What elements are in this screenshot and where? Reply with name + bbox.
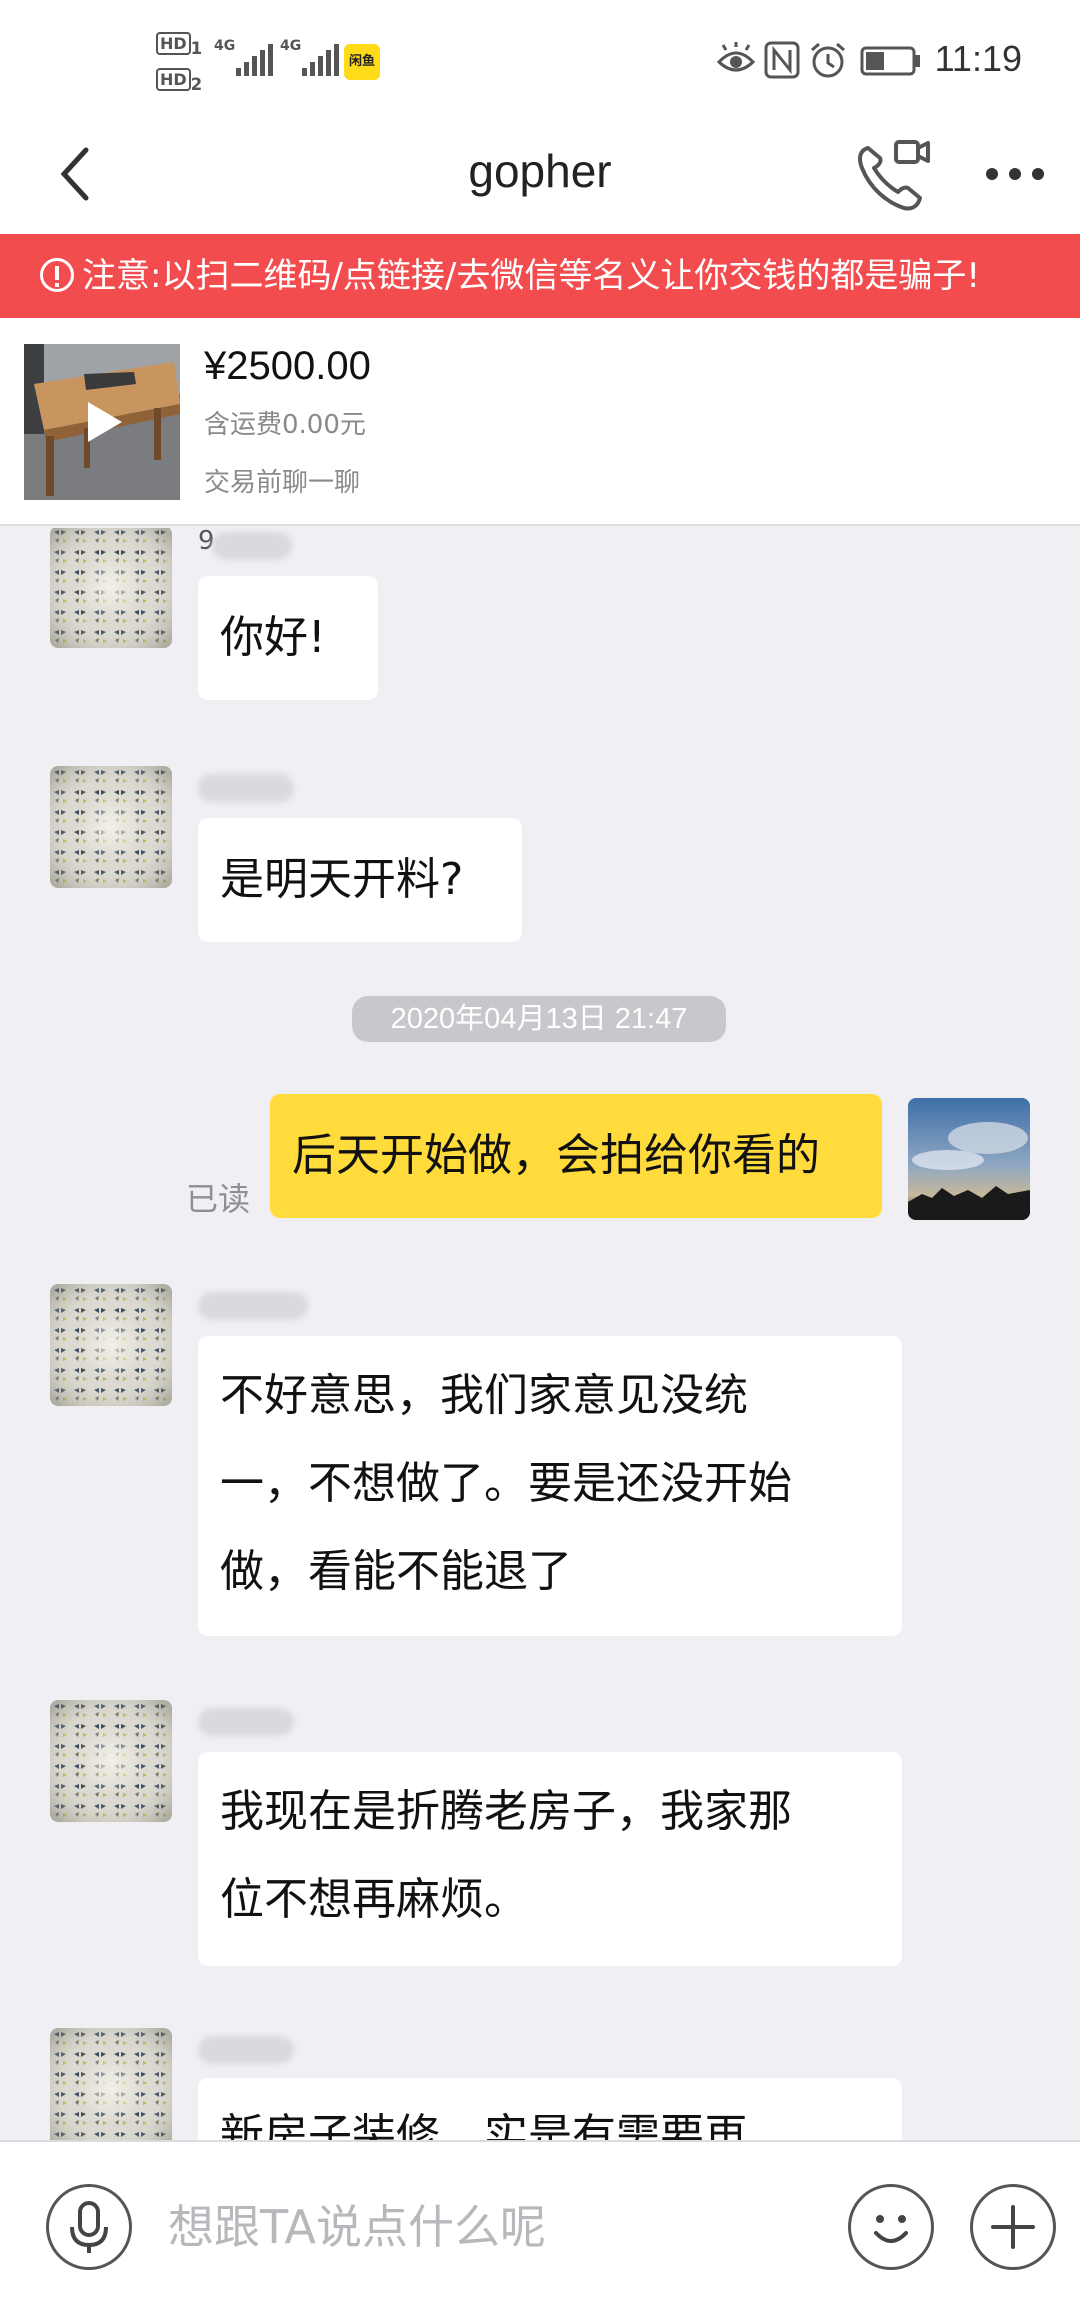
eye-icon	[716, 42, 756, 72]
contact-name-title: gopher	[468, 145, 612, 197]
more-dots-icon[interactable]	[980, 138, 1050, 208]
message-input[interactable]	[168, 2192, 808, 2262]
sender-name-blurred	[198, 1708, 294, 1736]
message-bubble[interactable]: 不好意思，我们家意见没统 一，不想做了。要是还没开始 做，看能不能退了	[198, 1336, 902, 1636]
read-receipt: 已读	[186, 1180, 251, 1218]
hd2-indicator: HD 2	[156, 68, 202, 95]
message-line: 新房子装修，实是有需要再	[220, 2110, 748, 2140]
message-list[interactable]: 9 你好! 是明天开料? 2020年04月13日 21:47 已读 后天开始做，…	[0, 528, 1080, 2140]
plus-icon	[991, 2205, 1035, 2249]
sender-name-blurred	[198, 2036, 294, 2064]
contact-avatar[interactable]	[50, 528, 172, 648]
sender-name-blurred	[212, 532, 292, 560]
product-hint: 交易前聊一聊	[204, 468, 361, 498]
more-actions-button[interactable]	[970, 2184, 1056, 2270]
sender-name-blurred	[198, 1292, 308, 1320]
own-message-bubble[interactable]: 后天开始做，会拍给你看的	[270, 1094, 882, 1218]
product-price: ¥2500.00	[204, 344, 371, 388]
chat-input-bar	[0, 2140, 1080, 2310]
xianyu-app-icon: 闲鱼	[344, 44, 380, 80]
chat-header: gopher	[0, 116, 1080, 234]
contact-avatar[interactable]	[50, 766, 172, 888]
message-line: 做，看能不能退了	[220, 1546, 572, 1597]
contact-avatar[interactable]	[50, 1700, 172, 1822]
play-icon[interactable]	[88, 402, 122, 442]
microphone-icon	[70, 2201, 108, 2253]
message-line: 我现在是折腾老房子，我家那	[220, 1786, 792, 1837]
sender-name-blurred	[198, 774, 294, 802]
video-call-icon[interactable]	[852, 136, 932, 216]
message-bubble[interactable]: 你好!	[198, 576, 378, 700]
nfc-icon	[764, 41, 800, 79]
alarm-icon	[811, 42, 845, 78]
message-line: 不好意思，我们家意见没统	[220, 1370, 748, 1421]
emoji-button[interactable]	[848, 2184, 934, 2270]
scam-warning-banner: 注意:以扫二维码/点链接/去微信等名义让你交钱的都是骗子!	[0, 234, 1080, 318]
own-avatar[interactable]	[908, 1098, 1030, 1220]
alert-circle-icon	[40, 257, 74, 292]
hd1-indicator: HD 1	[156, 32, 202, 59]
warning-text: 注意:以扫二维码/点链接/去微信等名义让你交钱的都是骗子!	[82, 256, 980, 296]
message-line: 位不想再麻烦。	[220, 1874, 528, 1925]
timestamp-divider: 2020年04月13日 21:47	[352, 996, 726, 1042]
contact-avatar[interactable]	[50, 2028, 172, 2140]
smile-icon	[874, 2215, 908, 2243]
status-bar: HD 1 HD 2 4G 4G 闲鱼 11:19	[0, 0, 1080, 116]
chevron-left-icon[interactable]	[48, 142, 112, 206]
battery-icon	[860, 46, 920, 76]
message-line: 一，不想做了。要是还没开始	[220, 1458, 792, 1509]
message-bubble[interactable]: 新房子装修，实是有需要再	[198, 2078, 902, 2140]
voice-input-button[interactable]	[46, 2184, 132, 2270]
product-thumbnail[interactable]	[24, 344, 180, 500]
message-bubble[interactable]: 我现在是折腾老房子，我家那 位不想再麻烦。	[198, 1752, 902, 1966]
contact-avatar[interactable]	[50, 1284, 172, 1406]
product-shipping: 含运费0.00元	[204, 410, 366, 440]
product-card[interactable]: ¥2500.00 含运费0.00元 交易前聊一聊	[0, 318, 1080, 526]
message-bubble[interactable]: 是明天开料?	[198, 818, 522, 942]
clock-time: 11:19	[934, 38, 1022, 79]
